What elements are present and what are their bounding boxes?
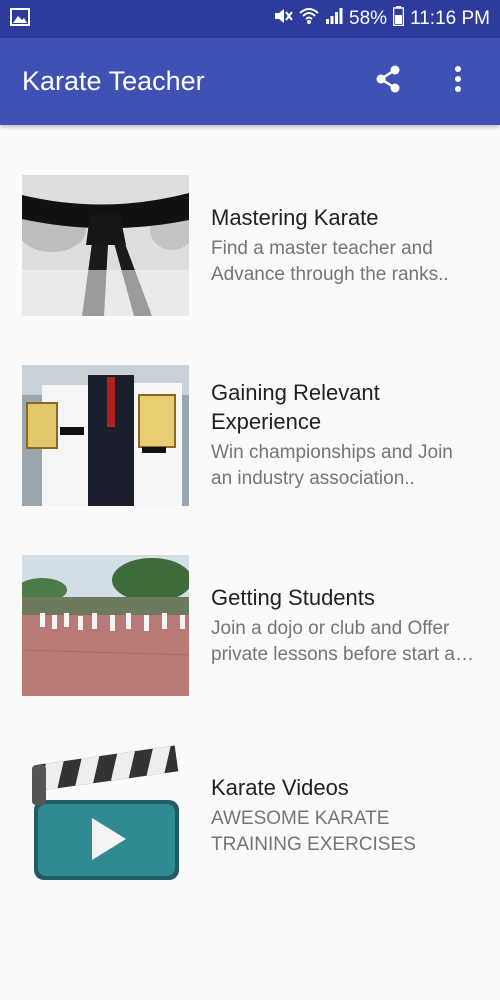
overflow-menu-button[interactable] [438, 62, 478, 102]
app-title: Karate Teacher [22, 66, 205, 96]
share-icon [374, 64, 402, 99]
mute-icon [273, 6, 293, 32]
status-left [10, 7, 30, 31]
outdoor-class-thumbnail [22, 554, 189, 696]
item-description-text: Join a dojo or club and Offer private le… [211, 617, 474, 665]
item-text: Mastering Karate Find a master teacher a… [211, 203, 478, 288]
item-description: Win championships and Join an industry a… [211, 442, 453, 489]
item-title: Getting Students [211, 584, 375, 610]
topic-list: Mastering Karate Find a master teacher a… [0, 150, 500, 910]
list-item-karate-videos[interactable]: Karate Videos AWESOME KARATE TRAINING EX… [0, 720, 500, 910]
item-description: Join a dojo or club and Offer private le… [211, 616, 478, 668]
list-item-mastering-karate[interactable]: Mastering Karate Find a master teacher a… [0, 150, 500, 340]
black-belt-thumbnail [22, 174, 189, 316]
clock: 11:16 PM [410, 8, 490, 29]
list-item-getting-students[interactable]: Getting Students Join a dojo or club and… [0, 530, 500, 720]
item-text: Getting Students Join a dojo or club and… [211, 583, 478, 668]
item-title: Gaining Relevant Experience [211, 380, 380, 434]
app-bar: Karate Teacher [0, 38, 500, 125]
list-item-gaining-experience[interactable]: Gaining Relevant Experience Win champion… [0, 340, 500, 530]
share-button[interactable] [368, 62, 408, 102]
status-right: 58% 11:16 PM [273, 6, 490, 32]
item-title: Karate Videos [211, 774, 349, 800]
wifi-icon [299, 7, 319, 31]
image-notification-icon [10, 7, 30, 31]
battery-percent: 58% [349, 8, 388, 29]
item-title: Mastering Karate [211, 204, 379, 230]
item-description: AWESOME KARATE TRAINING EXERCISES [211, 807, 416, 855]
certificates-thumbnail [22, 364, 189, 506]
item-text: Gaining Relevant Experience Win champion… [211, 378, 478, 492]
app-actions [368, 62, 478, 102]
item-description: Find a master teacher and Advance throug… [211, 237, 449, 285]
signal-icon [325, 7, 343, 31]
more-vert-icon [454, 65, 462, 98]
status-bar: 58% 11:16 PM [0, 0, 500, 38]
battery-icon [392, 6, 405, 32]
item-text: Karate Videos AWESOME KARATE TRAINING EX… [211, 773, 478, 858]
video-clapperboard-thumbnail [22, 744, 189, 886]
